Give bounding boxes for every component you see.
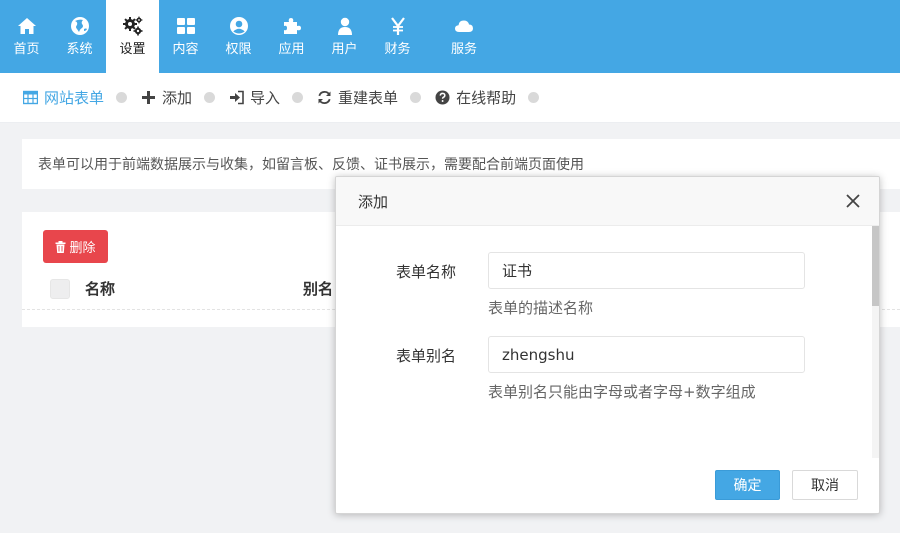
field-help: 表单别名只能由字母或者字母+数字组成 xyxy=(488,383,756,401)
tool-label: 导入 xyxy=(250,89,281,107)
trash-icon xyxy=(55,240,66,253)
table-icon xyxy=(23,90,38,105)
toolbar: 网站表单 添加 导入 重建表单 在线帮助 xyxy=(0,73,900,123)
form-alias-input[interactable] xyxy=(488,336,805,373)
select-all-checkbox[interactable] xyxy=(50,279,70,299)
tool-label: 在线帮助 xyxy=(456,89,517,107)
globe-icon xyxy=(70,17,89,35)
nav-item-apps[interactable]: 应用 xyxy=(265,0,318,73)
nav-item-users[interactable]: 用户 xyxy=(318,0,371,73)
nav-item-system[interactable]: 系统 xyxy=(53,0,106,73)
nav-label: 服务 xyxy=(450,42,477,57)
tool-label: 重建表单 xyxy=(338,89,399,107)
sign-in-icon xyxy=(230,90,244,105)
nav-item-finance[interactable]: 财务 xyxy=(371,0,424,73)
confirm-button[interactable]: 确定 xyxy=(715,470,780,500)
question-circle-icon xyxy=(435,90,450,105)
tool-label: 添加 xyxy=(162,89,193,107)
home-icon xyxy=(17,18,36,34)
delete-label: 删除 xyxy=(69,241,96,256)
plus-icon xyxy=(142,91,156,104)
nav-label: 用户 xyxy=(331,42,358,57)
nav-item-content[interactable]: 内容 xyxy=(159,0,212,73)
top-navigation: 首页 系统 设置 内容 权限 应用 用户 财务 服务 xyxy=(0,0,900,73)
separator-dot xyxy=(292,92,304,103)
column-header-name[interactable]: 名称 xyxy=(85,278,115,299)
separator-dot xyxy=(528,92,540,103)
nav-label: 首页 xyxy=(13,42,40,57)
separator-dot xyxy=(410,92,422,103)
nav-item-service[interactable]: 服务 xyxy=(424,0,504,73)
dialog-scrollbar[interactable] xyxy=(872,226,879,458)
nav-label: 应用 xyxy=(278,42,305,57)
nav-label: 设置 xyxy=(119,42,146,57)
scrollbar-thumb[interactable] xyxy=(872,226,879,306)
nav-item-home[interactable]: 首页 xyxy=(0,0,53,73)
tool-forms[interactable]: 网站表单 xyxy=(23,87,104,108)
field-label: 表单名称 xyxy=(395,263,456,281)
yen-icon xyxy=(390,17,405,35)
nav-label: 财务 xyxy=(384,42,411,57)
puzzle-icon xyxy=(283,18,301,34)
close-icon[interactable] xyxy=(845,193,861,209)
nav-label: 权限 xyxy=(225,42,252,57)
refresh-icon xyxy=(318,91,331,104)
tool-add[interactable]: 添加 xyxy=(141,87,192,108)
tool-rebuild[interactable]: 重建表单 xyxy=(317,87,398,108)
tool-label: 网站表单 xyxy=(44,89,105,107)
form-name-input[interactable] xyxy=(488,252,805,289)
separator-dot xyxy=(116,92,128,103)
nav-label: 系统 xyxy=(66,42,93,57)
nav-item-settings[interactable]: 设置 xyxy=(106,0,159,73)
dialog-body: 表单名称 表单的描述名称 表单别名 表单别名只能由字母或者字母+数字组成 xyxy=(336,226,879,458)
delete-button[interactable]: 删除 xyxy=(43,230,108,263)
tool-import[interactable]: 导入 xyxy=(229,87,280,108)
user-icon xyxy=(337,17,352,35)
tool-help[interactable]: 在线帮助 xyxy=(435,87,516,108)
user-circle-icon xyxy=(229,17,248,35)
field-label: 表单别名 xyxy=(395,347,456,365)
grid-icon xyxy=(176,18,195,34)
dialog-footer: 确定 取消 xyxy=(336,458,879,513)
field-help: 表单的描述名称 xyxy=(488,299,594,317)
cancel-button[interactable]: 取消 xyxy=(792,470,858,500)
gears-icon xyxy=(122,16,142,36)
add-form-dialog: 添加 表单名称 表单的描述名称 表单别名 表单别名只能由字母或者字母+数字组成 … xyxy=(335,176,880,514)
nav-item-permissions[interactable]: 权限 xyxy=(212,0,265,73)
info-text: 表单可以用于前端数据展示与收集，如留言板、反馈、证书展示，需要配合前端页面使用 xyxy=(38,157,584,173)
dialog-title: 添加 xyxy=(358,192,389,211)
column-header-alias[interactable]: 别名 xyxy=(303,278,333,299)
cloud-icon xyxy=(455,20,473,32)
separator-dot xyxy=(204,92,216,103)
dialog-header: 添加 xyxy=(336,177,879,226)
nav-label: 内容 xyxy=(172,42,199,57)
